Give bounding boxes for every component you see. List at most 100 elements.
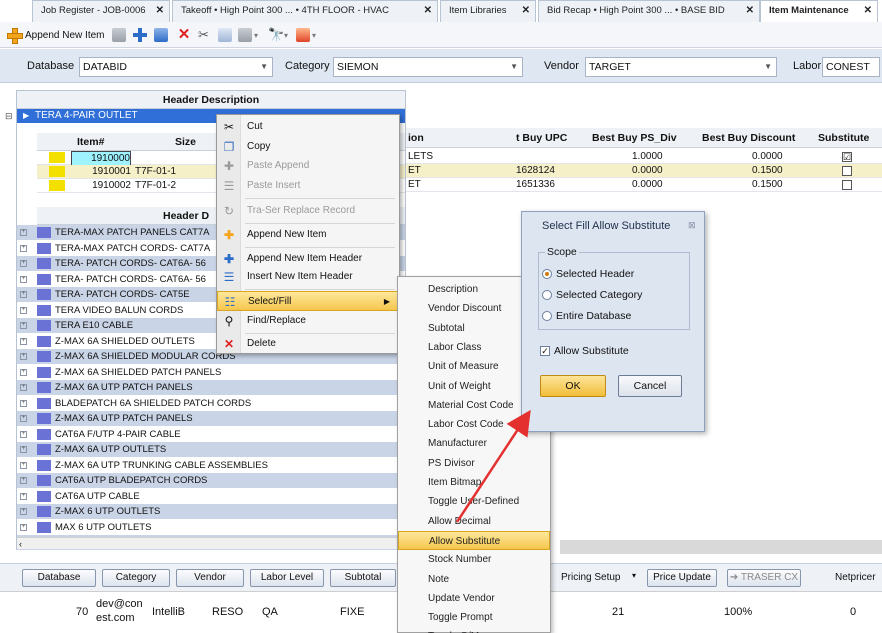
menu-item-append-new-item-header[interactable]: ✚ Append New Item Header <box>217 249 399 269</box>
menu-item-find-replace[interactable]: ⚲ Find/Replace <box>217 311 399 331</box>
labor-level-button[interactable]: Labor Level <box>250 569 324 587</box>
allow-substitute-checkbox[interactable]: ✓ Allow Substitute <box>540 344 629 358</box>
radio-entire-database[interactable]: Entire Database <box>542 309 631 323</box>
header-row[interactable]: + Z-MAX 6A UTP OUTLETS <box>17 442 405 457</box>
copy-button[interactable] <box>218 26 232 44</box>
substitute-column[interactable]: Substitute <box>818 128 869 148</box>
close-icon[interactable]: ✕ <box>424 1 432 21</box>
expand-icon[interactable]: + <box>20 322 27 329</box>
menu-item-tra-ser-replace[interactable]: ↻ Tra-Ser Replace Record <box>217 201 399 221</box>
vendor-select[interactable]: TARGET ▼ <box>585 57 777 77</box>
best-buy-upc-column[interactable]: t Buy UPC <box>516 128 567 148</box>
close-icon[interactable]: ✕ <box>156 1 164 21</box>
insert-item-button[interactable] <box>154 26 168 44</box>
expand-icon[interactable]: + <box>20 523 27 531</box>
subtotal-button[interactable]: Subtotal <box>330 569 396 587</box>
header-description-column[interactable]: Header D <box>163 207 209 225</box>
paste-button[interactable]: ▾ <box>238 26 258 44</box>
tab-item-libraries[interactable]: Item Libraries ✕ <box>440 0 536 22</box>
submenu-item-toggle-user-defined[interactable]: Toggle User-Defined <box>398 492 550 511</box>
radio-selected-header[interactable]: Selected Header <box>542 267 634 281</box>
traser-cx-button[interactable]: ➔ TRASER CX <box>727 569 801 587</box>
cut-button[interactable]: ✂ <box>198 26 214 44</box>
menu-item-paste-insert[interactable]: ☰ Paste Insert <box>217 176 399 196</box>
expand-icon[interactable]: + <box>20 415 27 422</box>
header-row[interactable]: + CAT6A F/UTP 4-PAIR CABLE <box>17 427 405 442</box>
cancel-button[interactable]: Cancel <box>618 375 682 397</box>
radio-selected-category[interactable]: Selected Category <box>542 288 642 302</box>
menu-item-cut[interactable]: ✂ Cut <box>217 117 399 137</box>
export-button[interactable]: ▾ <box>296 26 316 44</box>
labor-select[interactable]: CONEST <box>822 57 880 77</box>
expand-icon[interactable]: + <box>20 337 27 345</box>
category-button[interactable]: Category <box>102 569 170 587</box>
horizontal-scrollbar[interactable]: ‹ <box>17 537 405 549</box>
expand-icon[interactable]: + <box>20 244 27 252</box>
description-column[interactable]: ion <box>408 128 424 148</box>
header-row[interactable]: + CAT6A UTP BLADEPATCH CORDS <box>17 473 405 488</box>
append-header-button[interactable] <box>132 26 148 44</box>
header-row[interactable]: + Z-MAX 6 UTP OUTLETS <box>17 504 405 519</box>
submenu-item-allow-substitute[interactable]: Allow Substitute <box>398 530 550 550</box>
expand-icon[interactable]: + <box>20 399 27 407</box>
pricing-setup-label[interactable]: Pricing Setup <box>561 572 620 583</box>
submenu-item-item-bitmap[interactable]: Item Bitmap <box>398 473 550 492</box>
expand-icon[interactable]: + <box>20 306 27 314</box>
database-button[interactable]: Database <box>22 569 96 587</box>
menu-item-delete[interactable]: ✕ Delete <box>217 334 399 354</box>
menu-item-select-fill[interactable]: ☷ Select/Fill ▶ <box>217 291 399 311</box>
close-icon[interactable]: ✕ <box>746 1 754 21</box>
table-row[interactable]: ET 1651336 0.0000 0.1500 <box>406 178 882 192</box>
size-column[interactable]: Size <box>175 133 196 151</box>
chevron-down-icon[interactable]: ▾ <box>312 31 316 40</box>
expand-icon[interactable]: + <box>20 229 27 236</box>
tab-takeoff[interactable]: Takeoff • High Point 300 ... • 4TH FLOOR… <box>172 0 438 22</box>
expand-icon[interactable]: + <box>20 446 27 453</box>
submenu-item-ps-divisor[interactable]: PS Divisor <box>398 454 550 473</box>
detail-grid-scrollbar[interactable] <box>560 540 882 554</box>
header-row[interactable]: + CAT6A UTP CABLE <box>17 489 405 504</box>
submenu-item-toggle-prompt[interactable]: Toggle Prompt <box>398 608 550 627</box>
delete-button[interactable]: ✕ <box>176 26 192 44</box>
expand-icon[interactable]: + <box>20 368 27 376</box>
substitute-checkbox[interactable] <box>842 166 852 176</box>
submenu-item-stock-number[interactable]: Stock Number <box>398 550 550 569</box>
expand-icon[interactable]: + <box>20 353 27 360</box>
submenu-item-toggle-q-m[interactable]: Toggle Q/M <box>398 627 550 633</box>
database-select[interactable]: DATABID ▼ <box>79 57 273 77</box>
tab-bid-recap[interactable]: Bid Recap • High Point 300 ... • BASE BI… <box>538 0 760 22</box>
tab-item-maintenance[interactable]: Item Maintenance ✕ <box>760 0 878 22</box>
expand-icon[interactable]: + <box>20 260 27 267</box>
ok-button[interactable]: OK <box>540 375 606 397</box>
close-icon[interactable]: ✕ <box>864 1 872 21</box>
best-buy-ps-div-column[interactable]: Best Buy PS_Div <box>592 128 677 148</box>
scroll-left-icon[interactable]: ‹ <box>19 539 22 549</box>
find-button[interactable]: 🔭 ▾ <box>268 26 288 44</box>
expand-icon[interactable]: + <box>20 461 27 469</box>
header-description-column[interactable]: Header Description <box>17 91 405 109</box>
submenu-item-update-vendor[interactable]: Update Vendor <box>398 589 550 608</box>
substitute-checkbox[interactable]: ☑ <box>842 152 852 162</box>
tab-job-register[interactable]: Job Register - JOB-0006 ✕ <box>32 0 170 22</box>
table-row[interactable]: ET 1628124 0.0000 0.1500 <box>406 164 882 178</box>
expand-icon[interactable]: + <box>20 430 27 438</box>
chevron-down-icon[interactable]: ▾ <box>284 31 288 40</box>
expand-icon[interactable]: + <box>20 384 27 391</box>
submenu-item-note[interactable]: Note <box>398 570 550 589</box>
chevron-down-icon[interactable]: ▾ <box>632 571 636 580</box>
netpricer-label[interactable]: Netpricer <box>835 572 876 583</box>
header-row[interactable]: + MAX 6 UTP OUTLETS <box>17 520 405 535</box>
vendor-button[interactable]: Vendor <box>176 569 244 587</box>
expand-icon[interactable]: + <box>20 291 27 298</box>
item-number-column[interactable]: Item# <box>77 133 104 151</box>
expand-icon[interactable]: + <box>20 508 27 515</box>
submenu-item-allow-decimal[interactable]: Allow Decimal <box>398 512 550 531</box>
close-icon[interactable]: ✕ <box>522 1 530 21</box>
price-update-button[interactable]: Price Update <box>647 569 717 587</box>
chevron-down-icon[interactable]: ▾ <box>254 31 258 40</box>
expand-icon[interactable]: + <box>20 492 27 500</box>
expand-icon[interactable]: + <box>20 477 27 484</box>
submenu-item-manufacturer[interactable]: Manufacturer <box>398 434 550 453</box>
menu-item-append-new-item[interactable]: ✚ Append New Item <box>217 225 399 245</box>
menu-item-insert-new-item-header[interactable]: ☰ Insert New Item Header <box>217 267 399 287</box>
